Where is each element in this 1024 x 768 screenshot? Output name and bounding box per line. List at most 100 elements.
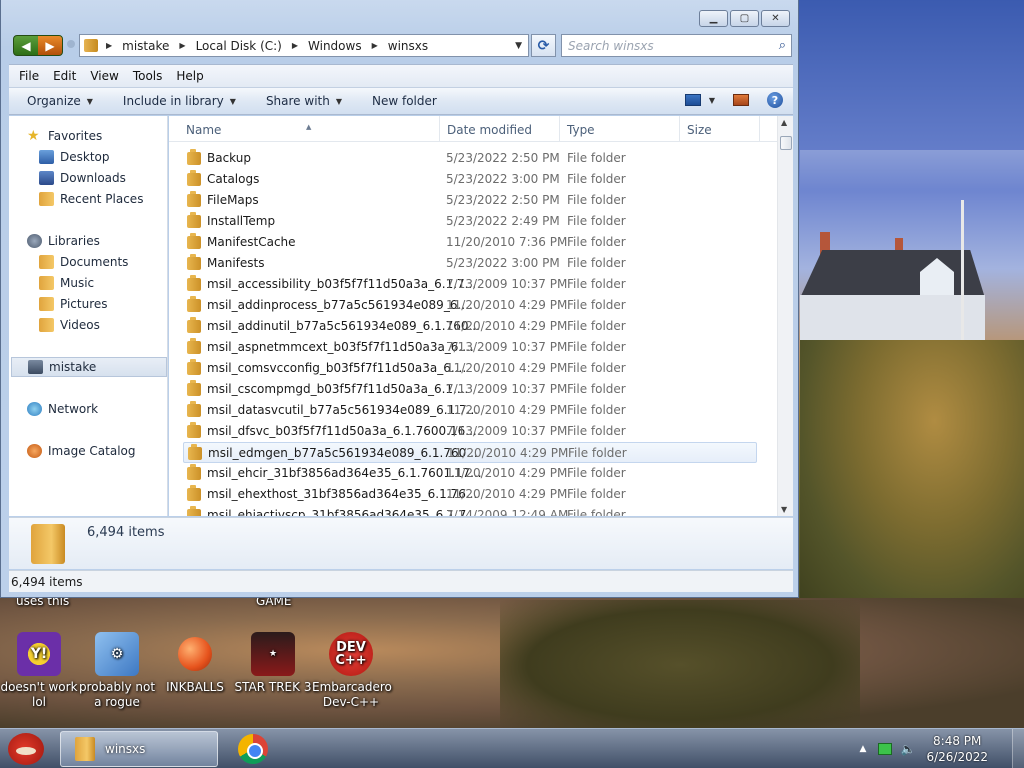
back-button[interactable]: ◀: [14, 36, 38, 55]
file-row[interactable]: Manifests 5/23/2022 3:00 PM File folder: [183, 253, 757, 274]
menu-help[interactable]: Help: [176, 69, 203, 83]
chevron-right-icon[interactable]: ▶: [292, 41, 298, 50]
inkball-icon: [178, 637, 212, 671]
file-row[interactable]: msil_aspnetmmcext_b03f5f7f11d50a3a_6....…: [183, 337, 757, 358]
menu-edit[interactable]: Edit: [53, 69, 76, 83]
nav-network[interactable]: Network: [27, 399, 98, 419]
volume-icon[interactable]: 🔈: [900, 742, 915, 756]
scroll-down-icon[interactable]: ▼: [781, 505, 787, 514]
column-name[interactable]: Name: [186, 123, 221, 137]
new-folder-button[interactable]: New folder: [372, 94, 437, 108]
include-in-library-button[interactable]: Include in library ▼: [123, 94, 236, 108]
address-bar[interactable]: ▶ mistake ▶ Local Disk (C:) ▶ Windows ▶ …: [79, 34, 529, 57]
desktop-icon-startrek[interactable]: ★ STAR TREK 3: [234, 632, 312, 695]
file-row[interactable]: msil_ehexthost_31bf3856ad364e35_6.1.76..…: [183, 484, 757, 505]
file-name: msil_aspnetmmcext_b03f5f7f11d50a3a_6....: [207, 340, 474, 354]
breadcrumb-mistake[interactable]: mistake: [122, 39, 169, 53]
menu-tools[interactable]: Tools: [133, 69, 163, 83]
wallpaper-bush: [500, 600, 860, 730]
nav-homegroup-mistake[interactable]: mistake: [11, 357, 167, 377]
file-row[interactable]: msil_ehiactivscp_31bf3856ad364e35_6.1.7.…: [183, 505, 757, 516]
chevron-right-icon[interactable]: ▶: [179, 41, 185, 50]
address-dropdown-icon[interactable]: ▼: [515, 41, 522, 51]
nav-desktop[interactable]: Desktop: [39, 147, 110, 167]
start-button[interactable]: [4, 730, 48, 768]
scroll-up-icon[interactable]: ▲: [781, 118, 787, 127]
clock[interactable]: 8:48 PM 6/26/2022: [926, 733, 988, 765]
chevron-right-icon[interactable]: ▶: [106, 41, 112, 50]
vertical-scrollbar[interactable]: ▲ ▼: [777, 116, 793, 516]
nav-image-catalog[interactable]: Image Catalog: [27, 441, 135, 461]
taskbar-chrome[interactable]: [228, 731, 278, 767]
desktop-icon-yahoo[interactable]: Y! doesn't work lol: [0, 632, 78, 710]
nav-downloads[interactable]: Downloads: [39, 168, 126, 188]
file-row[interactable]: msil_comsvcconfig_b03f5f7f11d50a3a_6....…: [183, 358, 757, 379]
close-icon: ✕: [771, 13, 780, 24]
file-row[interactable]: InstallTemp 5/23/2022 2:49 PM File folder: [183, 211, 757, 232]
file-type: File folder: [567, 361, 626, 375]
file-name: ManifestCache: [207, 235, 296, 249]
nav-favorites[interactable]: ★ Favorites: [27, 126, 102, 146]
file-row[interactable]: msil_accessibility_b03f5f7f11d50a3a_6.1.…: [183, 274, 757, 295]
desktop-icon-devcpp[interactable]: DEV C++ Embarcadero Dev-C++: [312, 632, 392, 710]
taskbar-explorer-winsxs[interactable]: winsxs: [60, 731, 218, 767]
file-row[interactable]: msil_edmgen_b77a5c561934e089_6.1.760... 1…: [183, 442, 757, 463]
file-row[interactable]: msil_addinutil_b77a5c561934e089_6.1.760.…: [183, 316, 757, 337]
file-row[interactable]: Catalogs 5/23/2022 3:00 PM File folder: [183, 169, 757, 190]
file-row[interactable]: msil_datasvcutil_b77a5c561934e089_6.1.7.…: [183, 400, 757, 421]
show-hidden-icons-icon[interactable]: ▲: [860, 744, 867, 754]
angry-bird-icon: [8, 733, 44, 765]
nav-pictures[interactable]: Pictures: [39, 294, 108, 314]
file-row[interactable]: msil_addinprocess_b77a5c561934e089_6....…: [183, 295, 757, 316]
breadcrumb-windows[interactable]: Windows: [308, 39, 362, 53]
menu-file[interactable]: File: [19, 69, 39, 83]
file-row[interactable]: msil_ehcir_31bf3856ad364e35_6.1.7601.17.…: [183, 463, 757, 484]
file-row[interactable]: Backup 5/23/2022 2:50 PM File folder: [183, 148, 757, 169]
change-view-button[interactable]: ▼: [684, 94, 715, 106]
chevron-down-icon: ▼: [708, 95, 715, 105]
refresh-button[interactable]: ⟳: [531, 34, 556, 57]
close-button[interactable]: ✕: [761, 10, 790, 27]
column-size[interactable]: Size: [687, 123, 712, 137]
help-icon[interactable]: ?: [767, 92, 783, 108]
organize-button[interactable]: Organize ▼: [27, 94, 93, 108]
maximize-icon: ▢: [739, 13, 750, 24]
network-status-icon[interactable]: [878, 743, 893, 755]
scroll-thumb[interactable]: [780, 136, 792, 150]
column-date-modified[interactable]: Date modified: [447, 123, 532, 137]
back-forward-buttons: ◀ ▶: [13, 35, 63, 56]
breadcrumb-local-disk[interactable]: Local Disk (C:): [196, 39, 282, 53]
breadcrumb-winsxs[interactable]: winsxs: [388, 39, 428, 53]
nav-documents[interactable]: Documents: [39, 252, 128, 272]
nav-recent-places[interactable]: Recent Places: [39, 189, 143, 209]
desktop-icon-rogue[interactable]: ⚙ probably not a rogue: [78, 632, 156, 710]
file-date-modified: 11/20/2010 4:29 PM: [446, 361, 568, 375]
recent-pages-button[interactable]: [67, 40, 75, 48]
file-type: File folder: [567, 424, 626, 438]
preview-pane-button[interactable]: [733, 94, 749, 106]
file-type: File folder: [567, 403, 626, 417]
nav-videos[interactable]: Videos: [39, 315, 100, 335]
search-icon[interactable]: ⌕: [779, 38, 786, 53]
nav-libraries[interactable]: Libraries: [27, 231, 100, 251]
folder-icon: [84, 39, 98, 52]
chevron-right-icon[interactable]: ▶: [372, 41, 378, 50]
nav-music[interactable]: Music: [39, 273, 94, 293]
forward-button[interactable]: ▶: [38, 36, 62, 55]
file-row[interactable]: msil_cscompmgd_b03f5f7f11d50a3a_6.1.... 7…: [183, 379, 757, 400]
navigation-pane: ★ Favorites Desktop Downloads Recent Pla…: [9, 116, 168, 516]
file-name: InstallTemp: [207, 214, 276, 228]
folder-icon: [187, 485, 201, 501]
minimize-button[interactable]: ▁: [699, 10, 728, 27]
column-type[interactable]: Type: [567, 123, 595, 137]
file-row[interactable]: FileMaps 5/23/2022 2:50 PM File folder: [183, 190, 757, 211]
desktop-icon-inkballs[interactable]: INKBALLS: [156, 632, 234, 695]
show-desktop-button[interactable]: [1012, 729, 1024, 768]
menu-view[interactable]: View: [90, 69, 118, 83]
file-row[interactable]: ManifestCache 11/20/2010 7:36 PM File fold…: [183, 232, 757, 253]
share-with-button[interactable]: Share with ▼: [266, 94, 342, 108]
refresh-icon: ⟳: [537, 37, 550, 54]
maximize-button[interactable]: ▢: [730, 10, 759, 27]
file-row[interactable]: msil_dfsvc_b03f5f7f11d50a3a_6.1.7600.16.…: [183, 421, 757, 442]
search-input[interactable]: Search winsxs ⌕: [561, 34, 792, 57]
